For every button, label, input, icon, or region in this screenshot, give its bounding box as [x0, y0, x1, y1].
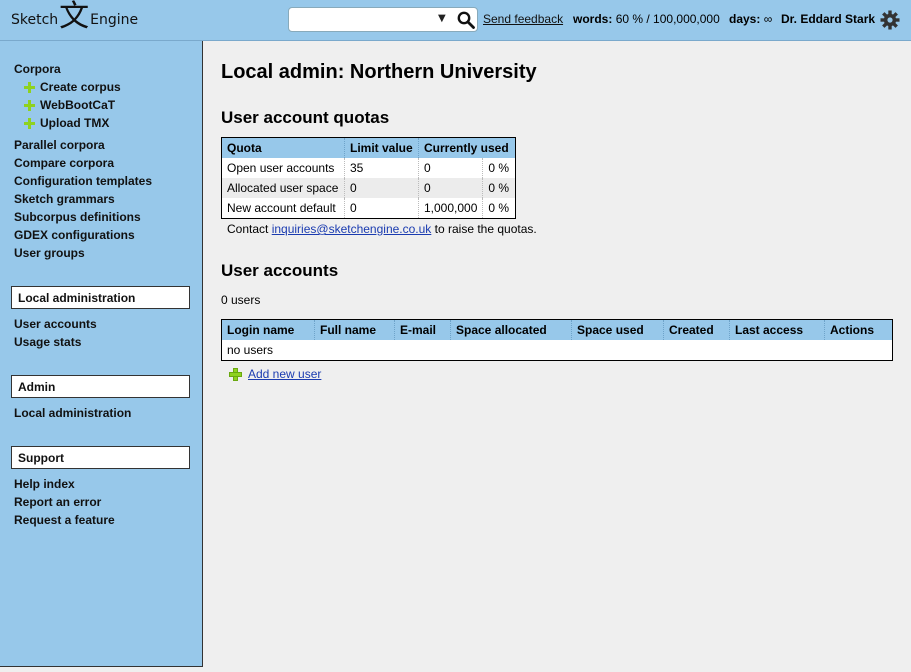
- column-header-last-access[interactable]: Last access: [729, 319, 825, 340]
- sidebar-section-support: Support: [11, 446, 190, 469]
- quota-used: 1,000,000: [418, 198, 484, 218]
- days-value: ∞: [763, 12, 773, 26]
- plus-icon: [24, 81, 35, 93]
- sidebar-item-upload-tmx[interactable]: Upload TMX: [24, 116, 109, 130]
- column-header-full-name[interactable]: Full name: [314, 319, 395, 340]
- sidebar-item-help-index[interactable]: Help index: [14, 477, 75, 491]
- page-title: Local admin: Northern University: [221, 61, 537, 83]
- words-quota: words: 60 % / 100,000,000: [573, 12, 720, 26]
- sidebar-item-label: WebBootCaT: [40, 98, 116, 112]
- quota-limit: 35: [344, 158, 419, 178]
- chevron-down-icon[interactable]: ▼: [438, 13, 446, 24]
- main-content: Local admin: Northern University User ac…: [203, 41, 911, 672]
- sidebar-item-compare-corpora[interactable]: Compare corpora: [14, 156, 114, 170]
- logo-text-left: Sketch: [11, 12, 59, 28]
- sketch-engine-logo[interactable]: Sketch 文 Engine: [11, 0, 139, 37]
- quota-name: New account default: [221, 198, 345, 218]
- sidebar-item-report-error[interactable]: Report an error: [14, 495, 101, 509]
- sidebar-item-user-groups[interactable]: User groups: [14, 246, 85, 260]
- plus-icon: [24, 117, 35, 129]
- contact-note: Contact inquiries@sketchengine.co.uk to …: [227, 222, 537, 236]
- sidebar-item-user-accounts[interactable]: User accounts: [14, 317, 97, 331]
- logo-text-right: Engine: [90, 12, 139, 28]
- column-header-space-used[interactable]: Space used: [571, 319, 664, 340]
- quota-name: Open user accounts: [221, 158, 345, 178]
- quota-limit: 0: [344, 178, 419, 198]
- table-row: no users: [221, 340, 893, 361]
- quota-used: 0: [418, 178, 484, 198]
- quota-table: Quota Limit value Currently used Open us…: [221, 137, 516, 219]
- column-header-actions: Actions: [824, 319, 893, 340]
- column-header-currently-used: Currently used: [418, 137, 516, 158]
- contact-suffix: to raise the quotas.: [434, 222, 537, 236]
- search-input[interactable]: [293, 11, 433, 28]
- sidebar-item-parallel-corpora[interactable]: Parallel corpora: [14, 138, 105, 152]
- table-row: Open user accounts 35 0 0 %: [221, 158, 516, 178]
- quota-limit: 0: [344, 198, 419, 218]
- quota-percent: 0 %: [482, 198, 516, 218]
- plus-icon: [24, 99, 35, 111]
- days-quota: days: ∞: [729, 12, 772, 26]
- sidebar-section-admin: Admin: [11, 375, 190, 398]
- sidebar-item-gdex-configurations[interactable]: GDEX configurations: [14, 228, 135, 242]
- sidebar-item-label: Upload TMX: [40, 116, 110, 130]
- top-bar: Sketch 文 Engine ▼ Send feedback words: 6…: [0, 0, 911, 41]
- no-users-message: no users: [221, 340, 893, 361]
- contact-email-link[interactable]: inquiries@sketchengine.co.uk: [272, 222, 432, 236]
- sidebar-item-sketch-grammars[interactable]: Sketch grammars: [14, 192, 115, 206]
- sidebar-item-label: Create corpus: [40, 80, 121, 94]
- user-name[interactable]: Dr. Eddard Stark: [781, 12, 875, 26]
- sidebar-item-local-administration[interactable]: Local administration: [14, 406, 131, 420]
- sidebar-item-subcorpus-definitions[interactable]: Subcorpus definitions: [14, 210, 141, 224]
- sidebar-item-webbootcat[interactable]: WebBootCaT: [24, 98, 115, 112]
- column-header-quota: Quota: [221, 137, 345, 158]
- add-new-user-link[interactable]: Add new user: [248, 367, 321, 381]
- column-header-created[interactable]: Created: [663, 319, 730, 340]
- sidebar-item-configuration-templates[interactable]: Configuration templates: [14, 174, 152, 188]
- logo-glyph: 文: [59, 0, 90, 34]
- search-icon[interactable]: [457, 11, 475, 29]
- quotas-section-title: User account quotas: [221, 108, 390, 127]
- gear-icon[interactable]: [880, 10, 900, 30]
- users-table: Login name Full name E-mail Space alloca…: [221, 319, 893, 361]
- sidebar: Corpora Create corpus WebBootCaT Upload …: [0, 41, 203, 667]
- column-header-email[interactable]: E-mail: [394, 319, 451, 340]
- quota-name: Allocated user space: [221, 178, 345, 198]
- sidebar-section-local-administration: Local administration: [11, 286, 190, 309]
- plus-icon: [229, 367, 242, 381]
- sidebar-item-request-feature[interactable]: Request a feature: [14, 513, 115, 527]
- sidebar-item-corpora[interactable]: Corpora: [14, 62, 61, 76]
- days-label: days:: [729, 12, 761, 26]
- words-label: words:: [573, 12, 613, 26]
- table-row: Allocated user space 0 0 0 %: [221, 178, 516, 198]
- corpus-search-box: ▼: [288, 7, 478, 32]
- table-row: New account default 0 1,000,000 0 %: [221, 198, 516, 218]
- user-count: 0 users: [221, 293, 261, 307]
- column-header-limit-value: Limit value: [344, 137, 419, 158]
- send-feedback-link[interactable]: Send feedback: [483, 12, 563, 26]
- quota-used: 0: [418, 158, 484, 178]
- column-header-login-name[interactable]: Login name: [221, 319, 315, 340]
- accounts-section-title: User accounts: [221, 261, 339, 280]
- contact-prefix: Contact: [227, 222, 269, 236]
- add-user-action[interactable]: Add new user: [229, 367, 321, 381]
- quota-percent: 0 %: [482, 178, 516, 198]
- words-value: 60 % / 100,000,000: [615, 12, 720, 26]
- column-header-space-allocated[interactable]: Space allocated: [450, 319, 572, 340]
- sidebar-item-create-corpus[interactable]: Create corpus: [24, 80, 121, 94]
- quota-percent: 0 %: [482, 158, 516, 178]
- sidebar-item-usage-stats[interactable]: Usage stats: [14, 335, 81, 349]
